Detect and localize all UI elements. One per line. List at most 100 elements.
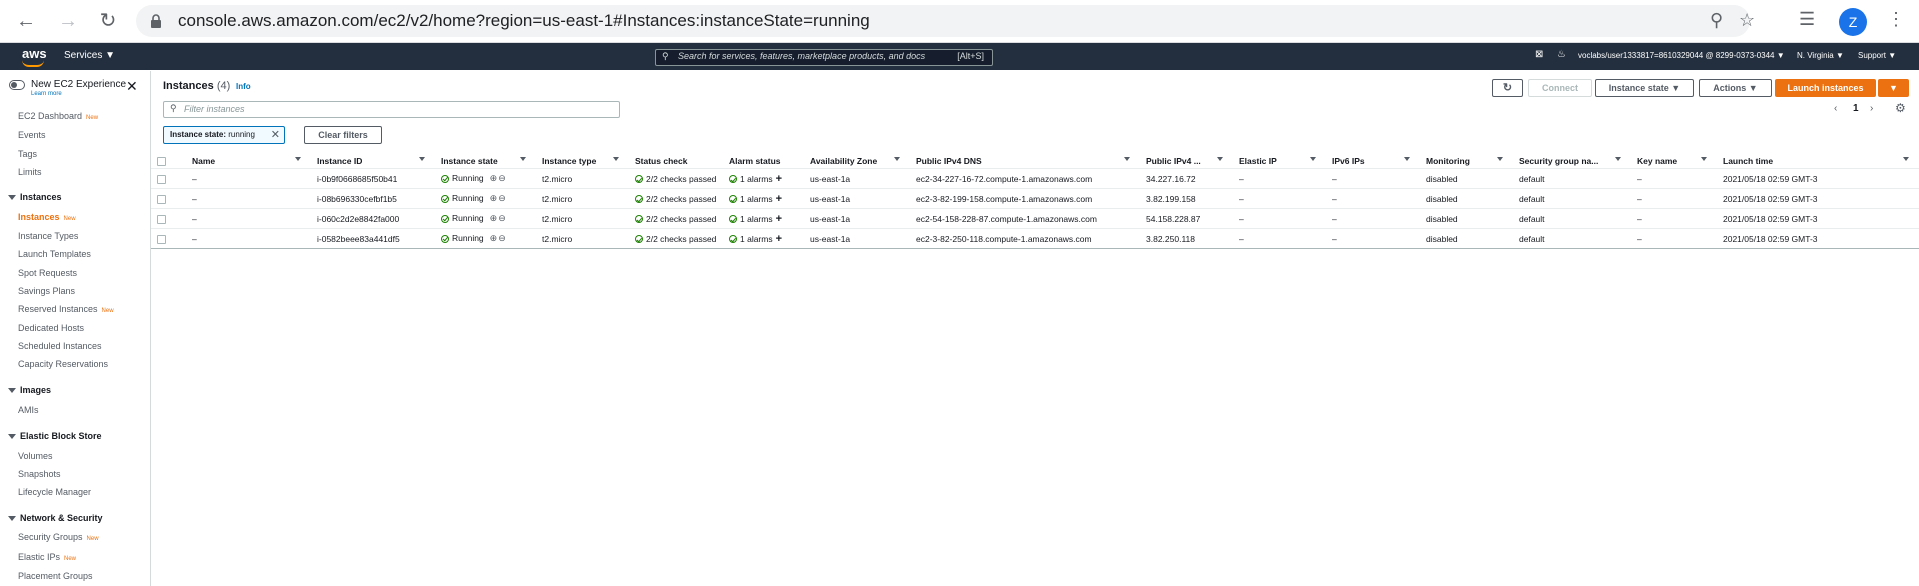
- reload-icon[interactable]: ↻: [96, 9, 120, 33]
- column-header[interactable]: Security group na...: [1513, 153, 1631, 169]
- sidebar-item-instance-types[interactable]: Instance Types: [18, 231, 78, 241]
- sidebar-item-limits[interactable]: Limits: [18, 167, 42, 177]
- column-header[interactable]: Monitoring: [1420, 153, 1513, 169]
- instance-id-link[interactable]: i-08b696330cefbf1b5: [311, 188, 435, 209]
- forward-icon[interactable]: →: [56, 9, 80, 33]
- zoom-out-icon[interactable]: ⊖: [498, 193, 506, 203]
- add-alarm-icon[interactable]: +: [776, 173, 782, 185]
- sidebar-item-instances[interactable]: Instances New: [18, 212, 76, 222]
- column-header[interactable]: Key name: [1631, 153, 1717, 169]
- sidebar-item-security-groups[interactable]: Security Groups New: [18, 532, 99, 542]
- new-experience-toggle[interactable]: [9, 80, 25, 90]
- sidebar-item-savings-plans[interactable]: Savings Plans: [18, 286, 75, 296]
- aws-logo[interactable]: aws: [22, 46, 47, 67]
- zoom-out-icon[interactable]: ⊖: [498, 213, 506, 223]
- add-alarm-icon[interactable]: +: [776, 213, 782, 225]
- table-row[interactable]: – i-08b696330cefbf1b5 Running ⊕⊖ t2.micro…: [151, 188, 1919, 209]
- zoom-out-icon[interactable]: ⊖: [498, 233, 506, 243]
- notifications-bell-icon[interactable]: ♨: [1557, 49, 1566, 60]
- sidebar-item-spot-requests[interactable]: Spot Requests: [18, 268, 77, 278]
- sidebar-section-instances[interactable]: Instances: [8, 192, 62, 202]
- global-search-input[interactable]: ⚲ Search for services, features, marketp…: [655, 49, 993, 66]
- row-checkbox[interactable]: [151, 208, 186, 229]
- instance-id-link[interactable]: i-0b9f0668685f50b41: [311, 168, 435, 189]
- add-alarm-icon[interactable]: +: [776, 193, 782, 205]
- sidebar-item-elastic-ips[interactable]: Elastic IPs New: [18, 552, 76, 562]
- cell-instance-state: Running ⊕⊖: [435, 168, 536, 189]
- sidebar-item-placement-groups[interactable]: Placement Groups: [18, 571, 93, 581]
- clear-filters-button[interactable]: Clear filters: [304, 126, 382, 144]
- prev-page-icon[interactable]: ‹: [1834, 103, 1837, 114]
- bookmark-star-icon[interactable]: ☆: [1739, 10, 1755, 31]
- sidebar-item-snapshots[interactable]: Snapshots: [18, 469, 61, 479]
- services-menu[interactable]: Services ▼: [64, 50, 115, 61]
- instance-id-link[interactable]: i-0582beee83a441df5: [311, 228, 435, 249]
- launch-dropdown-button[interactable]: ▼: [1878, 79, 1909, 97]
- settings-gear-icon[interactable]: ⚙: [1895, 101, 1906, 115]
- back-icon[interactable]: ←: [14, 9, 38, 33]
- sidebar-section-network-security[interactable]: Network & Security: [8, 513, 103, 523]
- page-number[interactable]: 1: [1853, 103, 1859, 114]
- column-header[interactable]: Instance type: [536, 153, 629, 169]
- sidebar-item-dedicated-hosts[interactable]: Dedicated Hosts: [18, 323, 84, 333]
- sidebar-section-images[interactable]: Images: [8, 385, 51, 395]
- row-checkbox[interactable]: [151, 168, 186, 189]
- column-header[interactable]: IPv6 IPs: [1326, 153, 1420, 169]
- connect-button[interactable]: Connect: [1528, 79, 1592, 97]
- instance-state-button[interactable]: Instance state ▼: [1595, 79, 1694, 97]
- table-row[interactable]: – i-060c2d2e8842fa000 Running ⊕⊖ t2.micro…: [151, 208, 1919, 229]
- zoom-out-icon[interactable]: ⊖: [498, 173, 506, 183]
- launch-instances-button[interactable]: Launch instances: [1775, 79, 1876, 97]
- row-checkbox[interactable]: [151, 188, 186, 209]
- actions-button[interactable]: Actions ▼: [1699, 79, 1772, 97]
- account-menu[interactable]: voclabs/user1333817=8610329044 @ 8299-03…: [1578, 51, 1785, 60]
- sidebar-item-tags[interactable]: Tags: [18, 149, 37, 159]
- sidebar-item-lifecycle-manager[interactable]: Lifecycle Manager: [18, 487, 91, 497]
- sidebar-item-amis[interactable]: AMIs: [18, 405, 39, 415]
- sidebar-item-scheduled-instances[interactable]: Scheduled Instances: [18, 341, 102, 351]
- row-checkbox[interactable]: [151, 228, 186, 249]
- next-page-icon[interactable]: ›: [1870, 103, 1873, 114]
- select-all-checkbox[interactable]: [151, 153, 186, 169]
- filter-instances-input[interactable]: ⚲ Filter instances: [163, 101, 620, 118]
- table-row[interactable]: – i-0582beee83a441df5 Running ⊕⊖ t2.micro…: [151, 228, 1919, 249]
- add-alarm-icon[interactable]: +: [776, 233, 782, 245]
- address-bar[interactable]: console.aws.amazon.com/ec2/v2/home?regio…: [136, 5, 1755, 37]
- support-menu[interactable]: Support ▼: [1858, 51, 1896, 60]
- zoom-icon[interactable]: ⚲: [1710, 10, 1723, 31]
- column-header[interactable]: Elastic IP: [1233, 153, 1326, 169]
- sidebar-item-ec2-dashboard[interactable]: EC2 Dashboard New: [18, 111, 98, 121]
- zoom-in-icon[interactable]: ⊕: [490, 213, 498, 223]
- learn-more-link[interactable]: Learn more: [31, 91, 62, 97]
- region-selector[interactable]: N. Virginia ▼: [1797, 51, 1844, 60]
- column-header[interactable]: Public IPv4 ...: [1140, 153, 1233, 169]
- sidebar-item-volumes[interactable]: Volumes: [18, 451, 53, 461]
- zoom-in-icon[interactable]: ⊕: [490, 193, 498, 203]
- media-control-icon[interactable]: ☰: [1799, 9, 1815, 30]
- remove-filter-icon[interactable]: ✕: [271, 127, 280, 143]
- sidebar-item-reserved-instances[interactable]: Reserved Instances New: [18, 304, 114, 314]
- sidebar-item-launch-templates[interactable]: Launch Templates: [18, 249, 91, 259]
- column-header[interactable]: Availability Zone: [804, 153, 910, 169]
- cloudshell-icon[interactable]: ⊠: [1535, 49, 1543, 60]
- column-header[interactable]: Instance ID: [311, 153, 435, 169]
- column-header[interactable]: Launch time: [1717, 153, 1919, 169]
- column-header[interactable]: Status check: [629, 153, 723, 169]
- column-header[interactable]: Name: [186, 153, 311, 169]
- refresh-button[interactable]: ↻: [1492, 79, 1523, 97]
- column-header[interactable]: Public IPv4 DNS: [910, 153, 1140, 169]
- browser-menu-icon[interactable]: ⋮: [1887, 9, 1905, 30]
- profile-avatar[interactable]: Z: [1839, 8, 1867, 36]
- url-text[interactable]: console.aws.amazon.com/ec2/v2/home?regio…: [178, 11, 870, 31]
- sidebar-item-capacity-reservations[interactable]: Capacity Reservations: [18, 359, 108, 369]
- zoom-in-icon[interactable]: ⊕: [490, 173, 498, 183]
- close-icon[interactable]: ✕: [126, 78, 138, 95]
- column-header[interactable]: Alarm status: [723, 153, 804, 169]
- column-header[interactable]: Instance state: [435, 153, 536, 169]
- sidebar-section-elastic-block-store[interactable]: Elastic Block Store: [8, 431, 102, 441]
- instance-id-link[interactable]: i-060c2d2e8842fa000: [311, 208, 435, 229]
- table-row[interactable]: – i-0b9f0668685f50b41 Running ⊕⊖ t2.micro…: [151, 168, 1919, 189]
- sidebar-item-events[interactable]: Events: [18, 130, 46, 140]
- zoom-in-icon[interactable]: ⊕: [490, 233, 498, 243]
- info-link[interactable]: Info: [236, 82, 251, 91]
